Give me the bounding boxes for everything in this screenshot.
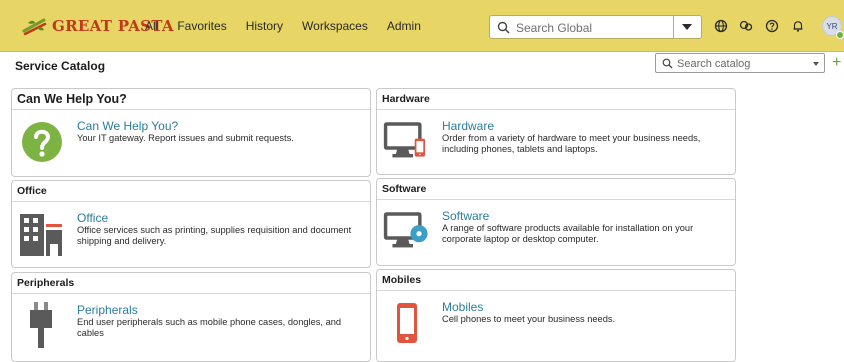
menu-item-admin[interactable]: Admin [387,19,421,33]
help-circle-icon[interactable] [765,19,779,33]
card-header: Office [12,181,370,202]
card-description: End user peripherals such as mobile phon… [77,317,342,338]
main-menu: All Favorites History Workspaces Admin [145,0,440,52]
chat-icon[interactable] [739,19,753,33]
card-title-link[interactable]: Hardware [442,119,494,133]
catalog-card-peripherals[interactable]: Peripherals Peripherals End user periphe… [11,272,371,362]
page-header: Service Catalog + [0,53,844,81]
card-title-link[interactable]: Mobiles [442,300,483,314]
top-navigation-bar: GREAT PASTA All Favorites History Worksp… [0,0,844,52]
card-description: A range of software products available f… [442,223,694,244]
presence-status-dot [836,31,844,39]
pasta-logo-icon [22,18,47,36]
card-header: Mobiles [377,270,735,291]
global-search-input[interactable] [514,18,678,38]
add-button[interactable]: + [832,55,841,71]
catalog-card-help[interactable]: Can We Help You? Can We Help You? Your I… [11,88,371,177]
catalog-card-office[interactable]: Office Office Office services such as pr… [11,180,371,268]
catalog-card-hardware[interactable]: Hardware Hardware Order from a variety o… [376,88,736,175]
menu-item-favorites[interactable]: Favorites [177,19,226,33]
card-title-link[interactable]: Office [77,211,108,225]
card-title-link[interactable]: Can We Help You? [77,119,178,133]
card-header: Hardware [377,89,735,110]
search-icon [497,21,510,34]
global-search-divider [673,16,674,38]
card-header: Can We Help You? [12,89,370,110]
card-header: Software [377,179,735,200]
hardware-icon [383,122,425,158]
catalog-search[interactable] [655,53,825,73]
card-header: Peripherals [12,273,370,294]
globe-icon[interactable] [714,19,728,33]
card-description: Order from a variety of hardware to meet… [442,133,701,154]
card-title-link[interactable]: Peripherals [77,303,138,317]
office-building-icon [20,214,62,256]
global-search[interactable] [489,15,702,39]
menu-item-all[interactable]: All [145,19,158,33]
software-icon [383,212,428,248]
card-title-link[interactable]: Software [442,209,489,223]
menu-item-history[interactable]: History [246,19,283,33]
card-description: Office services such as printing, suppli… [77,225,352,246]
peripherals-plug-icon [30,302,52,348]
catalog-search-input[interactable] [675,55,809,73]
card-description: Your IT gateway. Report issues and submi… [77,133,294,143]
search-icon [662,58,673,69]
catalog-card-mobiles[interactable]: Mobiles Mobiles Cell phones to meet your… [376,269,736,362]
chevron-down-icon[interactable] [813,62,819,66]
mobile-phone-icon [397,303,417,343]
menu-item-workspaces[interactable]: Workspaces [302,19,368,33]
help-icon [22,122,62,162]
page-title: Service Catalog [15,59,106,73]
card-description: Cell phones to meet your business needs. [442,314,616,324]
chevron-down-icon[interactable] [682,24,692,30]
bell-icon[interactable] [791,19,805,33]
catalog-card-software[interactable]: Software Software A range of software pr… [376,178,736,266]
